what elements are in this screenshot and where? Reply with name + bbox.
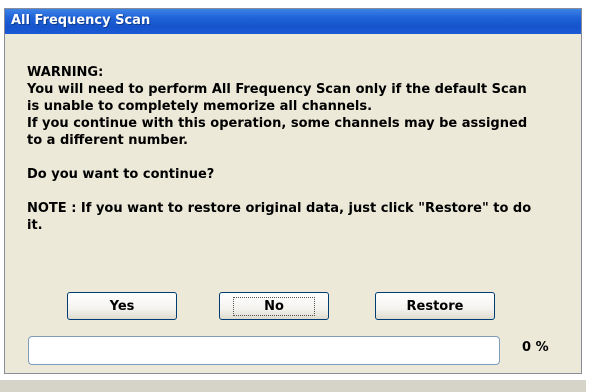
dialog-title-bar[interactable]: All Frequency Scan [5,9,581,34]
dialog-message: WARNING: You will need to perform All Fr… [27,64,567,234]
message-line-1: You will need to perform All Frequency S… [27,82,527,97]
dialog-title: All Frequency Scan [11,13,151,28]
scan-progress-bar [28,336,500,365]
window-bottom-strip [0,380,586,392]
scan-progress-percent: 0 % [522,340,549,355]
note-line-2: it. [27,218,43,233]
yes-button-label: Yes [109,298,135,314]
note-line-1: NOTE : If you want to restore original d… [27,201,532,216]
all-frequency-scan-dialog: All Frequency Scan WARNING: You will nee… [4,8,582,374]
restore-button[interactable]: Restore [375,292,495,320]
message-line-4: to a different number. [27,133,188,148]
restore-button-label: Restore [406,298,464,314]
yes-button[interactable]: Yes [67,292,177,320]
no-button[interactable]: No [219,292,329,320]
warning-label: WARNING: [27,65,104,80]
no-button-label: No [233,296,315,316]
message-line-3: If you continue with this operation, som… [27,116,528,131]
message-line-2: is unable to completely memorize all cha… [27,99,373,114]
continue-question: Do you want to continue? [27,167,215,182]
